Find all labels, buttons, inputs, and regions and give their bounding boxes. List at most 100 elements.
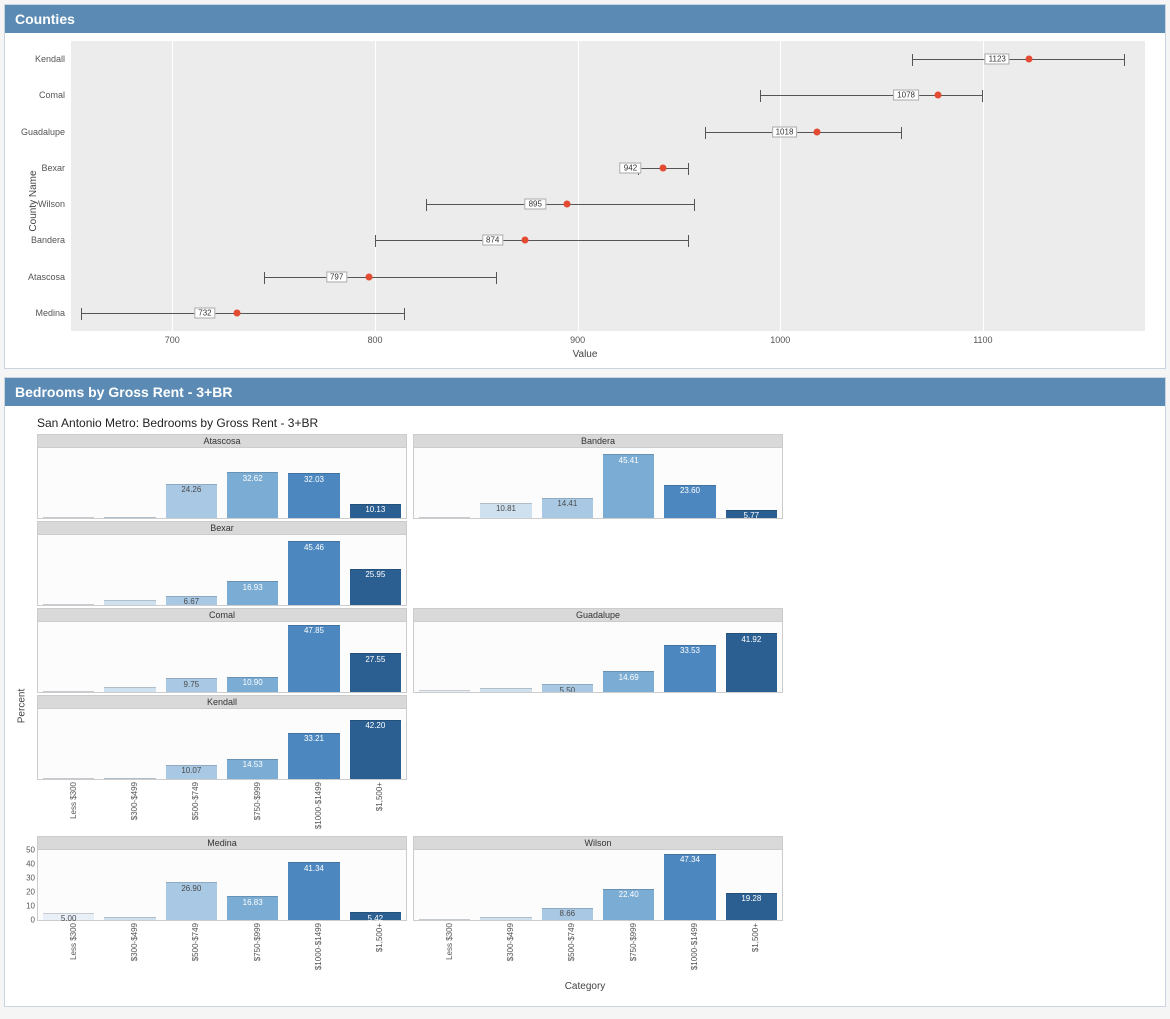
facet-plot: 010203040509.7510.9047.8527.55 [37, 621, 407, 693]
facet-medina: Medina010203040505.0026.9016.8341.345.42… [37, 836, 407, 921]
bar-value-label: 14.53 [243, 760, 263, 769]
bar-value-label: 45.41 [619, 456, 639, 465]
county-label: Bexar [41, 163, 65, 173]
facet-plot: 6.6716.9345.4625.95 [37, 534, 407, 606]
x-category-label: Less $300 [69, 923, 78, 960]
y-tick: 50 [26, 846, 35, 855]
bar-value-label: 47.85 [304, 626, 324, 635]
x-category-label: $1000-$1499 [314, 923, 323, 970]
x-tick: 800 [367, 335, 382, 345]
bar-value-label: 10.81 [496, 504, 516, 513]
bar-value-label: 26.90 [181, 884, 201, 893]
ci-point [564, 201, 571, 208]
ci-range [81, 313, 405, 314]
y-tick: 10 [26, 902, 35, 911]
bar [419, 919, 471, 920]
bar [43, 778, 95, 779]
x-category-label: $1000-$1499 [314, 782, 323, 829]
bar-value-label: 6.67 [184, 597, 200, 606]
counties-x-axis-label: Value [15, 349, 1155, 360]
x-category-label: Less $300 [69, 782, 78, 819]
facet-plot: 10.81 14.41 45.41 23.60 5.77 [413, 447, 783, 519]
bar-value-label: 5.50 [560, 686, 576, 693]
bedrooms-body: Percent San Antonio Metro: Bedrooms by G… [5, 406, 1165, 1006]
x-tick: 1100 [973, 335, 992, 345]
county-label: Wilson [38, 199, 65, 209]
bar-value-label: 32.03 [304, 475, 324, 484]
bar [480, 688, 532, 692]
ci-value-label: 1123 [985, 54, 1010, 65]
y-tick: 20 [26, 888, 35, 897]
bar-value-label: 19.28 [741, 894, 761, 903]
bar [419, 690, 471, 692]
facet-bandera: Bandera 10.81 14.41 45.41 23.60 5.77 [413, 434, 783, 519]
facet-plot: 5.50 14.69 33.53 41.92 [413, 621, 783, 693]
x-category-label: $300-$499 [506, 923, 515, 961]
ci-value-label: 797 [326, 271, 347, 282]
facet-header: Bandera [413, 434, 783, 447]
bar-value-label: 24.26 [181, 485, 201, 494]
county-label: Medina [35, 308, 65, 318]
ci-range [264, 277, 497, 278]
gridline [578, 41, 579, 331]
x-category-label: $750-$999 [253, 782, 262, 820]
ci-point [659, 164, 666, 171]
bar-value-label: 23.60 [680, 486, 700, 495]
x-category-label: $300-$499 [130, 782, 139, 820]
facet-header: Wilson [413, 836, 783, 849]
x-category-label: $300-$499 [130, 923, 139, 961]
x-category-label: $500-$749 [567, 923, 576, 961]
gridline [375, 41, 376, 331]
x-category-label: $1,500+ [375, 782, 384, 811]
gridline [983, 41, 984, 331]
bar-value-label: 33.53 [680, 646, 700, 655]
facet-comal: Comal010203040509.7510.9047.8527.55 [37, 608, 407, 693]
facet-wilson: Wilson8.6622.4047.3419.28Less $300$300-$… [413, 836, 783, 921]
ci-range [760, 95, 983, 96]
bar-value-label: 22.40 [619, 890, 639, 899]
bar-value-label: 16.83 [243, 898, 263, 907]
ci-range [375, 240, 689, 241]
bar-value-label: 47.34 [680, 855, 700, 864]
facet-plot: 8.6622.4047.3419.28Less $300$300-$499$50… [413, 849, 783, 921]
x-category-label: $750-$999 [629, 923, 638, 961]
facet-header: Guadalupe [413, 608, 783, 621]
facet-header: Medina [37, 836, 407, 849]
bar-value-label: 14.69 [619, 673, 639, 682]
ci-point [234, 309, 241, 316]
counties-chart: 70080090010001100Kendall1123Comal1078Gua… [71, 41, 1145, 331]
county-label: Atascosa [28, 272, 65, 282]
bar-value-label: 41.34 [304, 864, 324, 873]
ci-range [705, 132, 902, 133]
county-label: Comal [39, 90, 65, 100]
ci-value-label: 874 [482, 235, 503, 246]
bedrooms-subtitle: San Antonio Metro: Bedrooms by Gross Ren… [37, 416, 1155, 430]
bedrooms-x-axis-label: Category [15, 981, 1155, 992]
ci-point [813, 128, 820, 135]
ci-value-label: 942 [620, 162, 641, 173]
bar-value-label: 10.13 [365, 505, 385, 514]
y-tick: 0 [31, 916, 35, 925]
county-label: Bandera [31, 235, 65, 245]
bar-value-label: 27.55 [365, 655, 385, 664]
ci-range [912, 59, 1125, 60]
bar [104, 778, 156, 779]
ci-point [365, 273, 372, 280]
bar-value-label: 5.77 [744, 511, 760, 519]
bar [43, 691, 95, 692]
x-tick: 1000 [770, 335, 790, 345]
ci-value-label: 895 [525, 199, 546, 210]
gridline [172, 41, 173, 331]
bar [104, 517, 156, 518]
facet-kendall: Kendall10.0714.5333.2142.20Less $300$300… [37, 695, 407, 780]
bar-value-label: 14.41 [557, 499, 577, 508]
bar-value-label: 10.07 [181, 766, 201, 775]
bar-value-label: 41.92 [741, 635, 761, 644]
facet-grid: Atascosa0102030405024.2632.6232.0310.13B… [37, 434, 1155, 977]
bedrooms-header: Bedrooms by Gross Rent - 3+BR [5, 378, 1165, 406]
bar [104, 687, 156, 692]
bar [104, 917, 156, 921]
bar-value-label: 25.95 [365, 570, 385, 579]
x-category-label: Less $300 [445, 923, 454, 960]
counties-body: County Name 70080090010001100Kendall1123… [5, 33, 1165, 368]
